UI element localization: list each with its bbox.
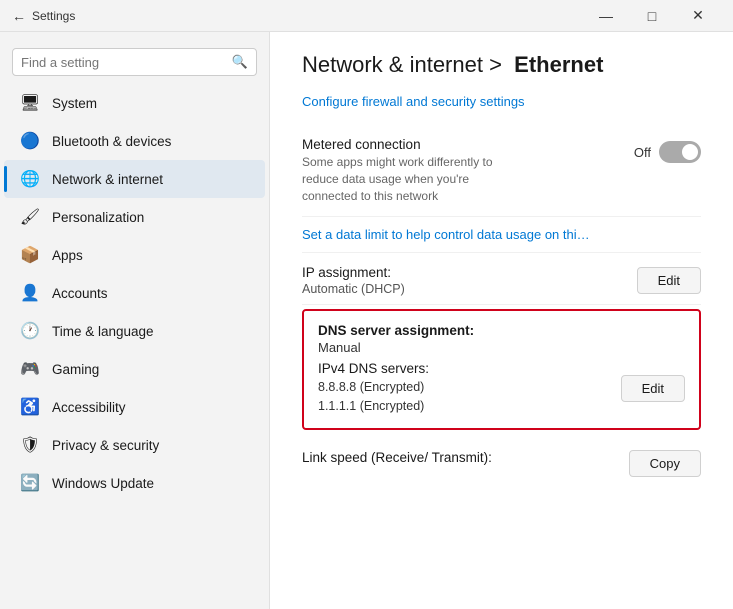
- sidebar-item-bluetooth[interactable]: 🔵 Bluetooth & devices: [4, 122, 265, 160]
- sidebar-item-label-personalization: Personalization: [52, 210, 144, 225]
- ip-info: IP assignment: Automatic (DHCP): [302, 265, 405, 296]
- metered-info: Metered connection Some apps might work …: [302, 137, 634, 204]
- sidebar-item-label-network: Network & internet: [52, 172, 163, 187]
- search-icon: 🔍: [232, 54, 248, 70]
- search-input[interactable]: [21, 55, 226, 70]
- sidebar-item-label-bluetooth: Bluetooth & devices: [52, 134, 171, 149]
- metered-toggle-area: Off: [634, 141, 701, 163]
- dns-info: IPv4 DNS servers: 8.8.8.8 (Encrypted)1.1…: [318, 361, 621, 416]
- maximize-button[interactable]: □: [629, 0, 675, 32]
- sidebar-item-apps[interactable]: 📦 Apps: [4, 236, 265, 274]
- sidebar-item-label-accounts: Accounts: [52, 286, 108, 301]
- apps-icon: 📦: [20, 245, 40, 265]
- ip-assignment-edit-button[interactable]: Edit: [637, 267, 701, 294]
- sidebar-item-label-gaming: Gaming: [52, 362, 99, 377]
- link-speed-row: Link speed (Receive/ Transmit): Copy: [302, 438, 701, 489]
- privacy-icon: 🛡: [20, 435, 40, 455]
- dns-servers-list: 8.8.8.8 (Encrypted)1.1.1.1 (Encrypted): [318, 378, 621, 416]
- titlebar: ← Settings — □ ✕: [0, 0, 733, 32]
- sidebar-item-label-system: System: [52, 96, 97, 111]
- dns-server-entry: 8.8.8.8 (Encrypted): [318, 378, 621, 397]
- update-icon: 🔄: [20, 473, 40, 493]
- dns-servers-title: IPv4 DNS servers:: [318, 361, 621, 376]
- ip-assignment-title: IP assignment:: [302, 265, 405, 280]
- ip-assignment-value: Automatic (DHCP): [302, 282, 405, 296]
- sidebar: 🔍 🖥 System 🔵 Bluetooth & devices 🌐 Netwo…: [0, 32, 270, 609]
- link-speed-info: Link speed (Receive/ Transmit):: [302, 450, 492, 465]
- sidebar-item-label-privacy: Privacy & security: [52, 438, 159, 453]
- dns-subtitle: Manual: [318, 340, 685, 355]
- metered-toggle-label: Off: [634, 145, 651, 160]
- firewall-link[interactable]: Configure firewall and security settings: [302, 94, 701, 109]
- sidebar-item-label-time: Time & language: [52, 324, 154, 339]
- metered-connection-row: Metered connection Some apps might work …: [302, 125, 701, 217]
- metered-toggle-switch[interactable]: [659, 141, 701, 163]
- content-body: Configure firewall and security settings…: [270, 94, 733, 489]
- sidebar-item-update[interactable]: 🔄 Windows Update: [4, 464, 265, 502]
- nav-container: 🖥 System 🔵 Bluetooth & devices 🌐 Network…: [0, 84, 269, 502]
- gaming-icon: 🎮: [20, 359, 40, 379]
- titlebar-title: Settings: [32, 9, 75, 23]
- link-speed-title: Link speed (Receive/ Transmit):: [302, 450, 492, 465]
- content-area: Network & internet > Ethernet Configure …: [270, 32, 733, 609]
- link-speed-copy-button[interactable]: Copy: [629, 450, 701, 477]
- sidebar-item-privacy[interactable]: 🛡 Privacy & security: [4, 426, 265, 464]
- data-limit-row: Set a data limit to help control data us…: [302, 217, 701, 253]
- sidebar-item-accessibility[interactable]: ♿ Accessibility: [4, 388, 265, 426]
- dns-edit-button[interactable]: Edit: [621, 375, 685, 402]
- bluetooth-icon: 🔵: [20, 131, 40, 151]
- sidebar-item-label-accessibility: Accessibility: [52, 400, 126, 415]
- sidebar-item-label-update: Windows Update: [52, 476, 154, 491]
- dns-server-entry: 1.1.1.1 (Encrypted): [318, 397, 621, 416]
- accounts-icon: 👤: [20, 283, 40, 303]
- page-header: Network & internet > Ethernet: [270, 32, 733, 94]
- sidebar-item-accounts[interactable]: 👤 Accounts: [4, 274, 265, 312]
- sidebar-item-label-apps: Apps: [52, 248, 83, 263]
- sidebar-item-personalization[interactable]: 🖌 Personalization: [4, 198, 265, 236]
- breadcrumb-prefix: Network & internet >: [302, 52, 502, 77]
- dns-box: DNS server assignment: Manual IPv4 DNS s…: [302, 309, 701, 430]
- system-icon: 🖥: [20, 93, 40, 113]
- back-icon[interactable]: ←: [12, 8, 26, 24]
- metered-title: Metered connection: [302, 137, 634, 152]
- personalization-icon: 🖌: [20, 207, 40, 227]
- sidebar-item-system[interactable]: 🖥 System: [4, 84, 265, 122]
- close-button[interactable]: ✕: [675, 0, 721, 32]
- sidebar-item-gaming[interactable]: 🎮 Gaming: [4, 350, 265, 388]
- dns-row: IPv4 DNS servers: 8.8.8.8 (Encrypted)1.1…: [318, 361, 685, 416]
- ip-assignment-row: IP assignment: Automatic (DHCP) Edit: [302, 253, 701, 305]
- search-box[interactable]: 🔍: [12, 48, 257, 76]
- dns-title: DNS server assignment:: [318, 323, 685, 338]
- breadcrumb-current: Ethernet: [514, 52, 603, 77]
- metered-description: Some apps might work differently to redu…: [302, 154, 522, 204]
- main-layout: 🔍 🖥 System 🔵 Bluetooth & devices 🌐 Netwo…: [0, 32, 733, 609]
- minimize-button[interactable]: —: [583, 0, 629, 32]
- accessibility-icon: ♿: [20, 397, 40, 417]
- time-icon: 🕐: [20, 321, 40, 341]
- sidebar-item-network[interactable]: 🌐 Network & internet: [4, 160, 265, 198]
- data-limit-link[interactable]: Set a data limit to help control data us…: [302, 227, 701, 242]
- network-icon: 🌐: [20, 169, 40, 189]
- sidebar-item-time[interactable]: 🕐 Time & language: [4, 312, 265, 350]
- titlebar-controls: — □ ✕: [583, 0, 721, 32]
